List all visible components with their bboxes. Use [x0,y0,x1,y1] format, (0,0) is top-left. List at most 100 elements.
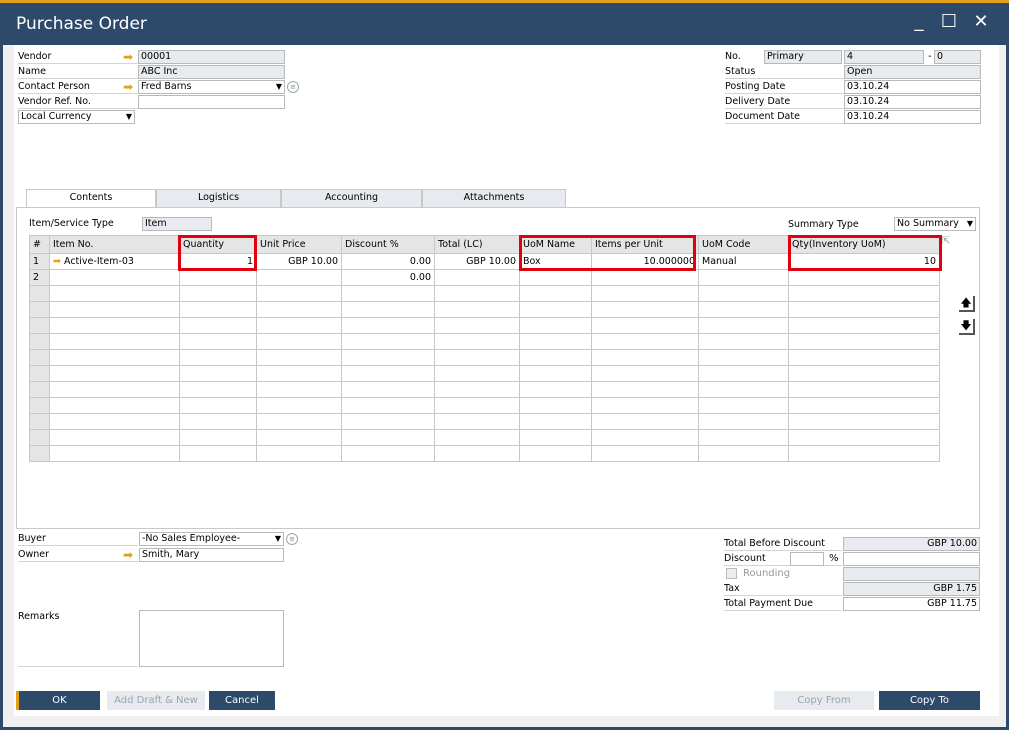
empty-cell[interactable] [434,301,520,318]
rounding-checkbox[interactable] [726,568,737,579]
empty-cell[interactable] [341,445,435,462]
list-icon[interactable]: ≡ [287,81,299,93]
discount-value-field[interactable] [843,552,980,566]
contact-select[interactable]: Fred Barns ▼ [138,80,285,94]
col-uom-name[interactable]: UoM Name [519,235,592,254]
empty-cell[interactable] [698,397,789,414]
empty-cell[interactable] [698,381,789,398]
empty-cell[interactable] [434,413,520,430]
empty-cell[interactable] [519,413,592,430]
empty-cell[interactable] [341,397,435,414]
empty-cell[interactable] [434,333,520,350]
empty-cell[interactable] [179,333,257,350]
unit-price-cell[interactable] [256,269,342,286]
empty-cell[interactable] [49,285,180,302]
empty-cell[interactable] [591,285,699,302]
empty-row[interactable] [29,413,940,430]
add-draft-button[interactable]: Add Draft & New [107,691,205,710]
empty-cell[interactable] [256,349,342,366]
empty-cell[interactable] [341,429,435,446]
empty-row[interactable] [29,349,940,366]
tab-attachments[interactable]: Attachments [422,189,566,207]
list-icon[interactable]: ≡ [286,533,298,545]
empty-cell[interactable] [788,285,940,302]
empty-cell[interactable] [788,429,940,446]
empty-cell[interactable] [698,429,789,446]
empty-row[interactable] [29,301,940,318]
empty-cell[interactable] [341,365,435,382]
col-quantity[interactable]: Quantity [179,235,257,254]
empty-cell[interactable] [179,445,257,462]
discount-pct-field[interactable] [790,552,824,566]
empty-cell[interactable] [434,381,520,398]
empty-row[interactable] [29,445,940,462]
empty-cell[interactable] [519,381,592,398]
empty-cell[interactable] [698,413,789,430]
empty-cell[interactable] [256,445,342,462]
table-row[interactable]: 2 0.00 [29,269,940,286]
empty-cell[interactable] [519,317,592,334]
empty-cell[interactable] [591,445,699,462]
empty-cell[interactable] [179,301,257,318]
currency-select[interactable]: Local Currency ▼ [18,110,135,124]
doc-number-field[interactable]: 4 [844,50,924,64]
empty-cell[interactable] [698,349,789,366]
empty-cell[interactable] [341,381,435,398]
empty-cell[interactable] [179,349,257,366]
remarks-textarea[interactable] [139,610,284,667]
empty-cell[interactable] [591,349,699,366]
empty-cell[interactable] [49,349,180,366]
empty-cell[interactable] [698,317,789,334]
table-row[interactable]: 1 ➡ Active-Item-03 1 GBP 10.00 0.00 GBP … [29,253,940,270]
uom-code-cell[interactable]: Manual [698,253,789,270]
empty-cell[interactable] [256,413,342,430]
empty-cell[interactable] [179,429,257,446]
link-arrow-icon[interactable]: ➡ [123,81,137,93]
empty-cell[interactable] [179,317,257,334]
maximize-button[interactable]: ☐ [938,11,960,33]
tab-contents[interactable]: Contents [26,189,156,207]
empty-cell[interactable] [341,413,435,430]
empty-cell[interactable] [49,365,180,382]
empty-cell[interactable] [49,381,180,398]
item-type-select[interactable]: Item [142,217,212,231]
empty-cell[interactable] [698,301,789,318]
uom-code-cell[interactable] [698,269,789,286]
items-per-unit-cell[interactable] [591,269,699,286]
empty-cell[interactable] [256,285,342,302]
col-unit-price[interactable]: Unit Price [256,235,342,254]
empty-cell[interactable] [49,429,180,446]
empty-cell[interactable] [179,285,257,302]
vendor-field[interactable]: 00001 [138,50,285,64]
quantity-cell[interactable] [179,269,257,286]
empty-cell[interactable] [256,365,342,382]
empty-cell[interactable] [341,349,435,366]
empty-row[interactable] [29,285,940,302]
document-date-field[interactable]: 03.10.24 [844,110,981,124]
qty-inventory-cell[interactable] [788,269,940,286]
empty-cell[interactable] [179,413,257,430]
empty-cell[interactable] [179,397,257,414]
empty-cell[interactable] [591,301,699,318]
empty-row[interactable] [29,397,940,414]
empty-cell[interactable] [519,349,592,366]
empty-cell[interactable] [519,365,592,382]
posting-date-field[interactable]: 03.10.24 [844,80,981,94]
empty-cell[interactable] [698,285,789,302]
empty-cell[interactable] [788,381,940,398]
empty-cell[interactable] [49,301,180,318]
empty-cell[interactable] [519,285,592,302]
empty-cell[interactable] [49,397,180,414]
col-item-no[interactable]: Item No. [49,235,180,254]
total-cell[interactable] [434,269,520,286]
cancel-button[interactable]: Cancel [209,691,275,710]
empty-cell[interactable] [698,333,789,350]
uom-name-cell[interactable]: Box [519,253,592,270]
quantity-cell[interactable]: 1 [179,253,257,270]
discount-cell[interactable]: 0.00 [341,253,435,270]
empty-cell[interactable] [519,301,592,318]
empty-cell[interactable] [49,445,180,462]
col-discount[interactable]: Discount % [341,235,435,254]
ok-button[interactable]: OK [16,691,100,710]
empty-cell[interactable] [519,397,592,414]
